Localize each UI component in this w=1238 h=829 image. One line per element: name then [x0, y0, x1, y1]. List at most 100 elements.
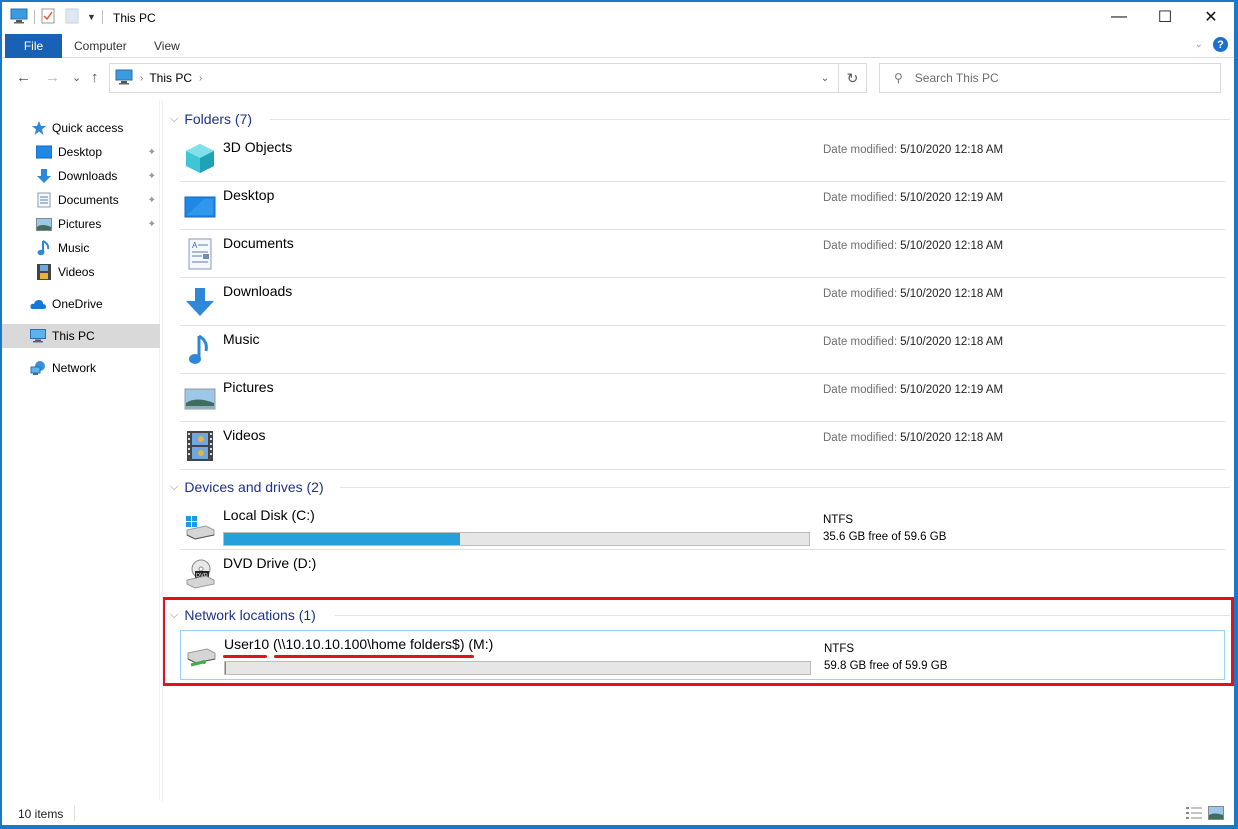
sidebar-item-pictures[interactable]: Pictures ✦ [2, 212, 160, 236]
collapse-chevron-icon[interactable]: ⌵ [170, 481, 178, 494]
date-modified: Date modified: 5/10/2020 12:19 AM [823, 384, 1004, 396]
document-icon: A [184, 238, 216, 270]
drive-row-dvd-d[interactable]: DVD DVD Drive (D:) [180, 550, 1225, 598]
sidebar-item-label: This PC [52, 329, 95, 343]
back-button[interactable]: ← [16, 69, 31, 86]
drive-row-local-disk-c[interactable]: Local Disk (C:) NTFS 35.6 GB free of 59.… [180, 502, 1225, 550]
folder-row-pictures[interactable]: Pictures Date modified: 5/10/2020 12:19 A… [180, 374, 1225, 422]
music-icon [184, 334, 216, 366]
sidebar-item-this-pc[interactable]: This PC [2, 324, 160, 348]
breadcrumb-this-pc[interactable]: This PC [149, 71, 192, 85]
sidebar-item-documents[interactable]: Documents ✦ [2, 188, 160, 212]
disk-usage-bar [223, 532, 810, 546]
sidebar-item-label: Videos [58, 265, 95, 279]
filesystem-label: NTFS [823, 514, 854, 526]
date-modified: Date modified: 5/10/2020 12:18 AM [823, 144, 1004, 156]
status-divider [74, 806, 75, 821]
sidebar-item-label: Pictures [58, 217, 102, 231]
folder-row-videos[interactable]: Videos Date modified: 5/10/2020 12:18 AM [180, 422, 1225, 470]
window-title: This PC [113, 11, 156, 25]
collapse-chevron-icon[interactable]: ⌵ [170, 113, 178, 126]
date-modified: Date modified: 5/10/2020 12:18 AM [823, 240, 1004, 252]
new-folder-icon[interactable] [65, 8, 79, 27]
pane-divider [162, 100, 163, 802]
pin-icon[interactable]: ✦ [148, 195, 156, 206]
sidebar-item-downloads[interactable]: Downloads ✦ [2, 164, 160, 188]
computer-icon [115, 69, 133, 88]
cloud-icon [30, 296, 46, 312]
download-icon [184, 286, 216, 318]
search-placeholder: Search This PC [914, 71, 999, 85]
properties-icon[interactable] [41, 8, 55, 27]
annotation-underline-user [223, 655, 267, 658]
document-icon [36, 192, 52, 208]
sidebar-item-label: Network [52, 361, 97, 375]
item-name: Local Disk (C:) [223, 507, 315, 523]
folder-row-music[interactable]: Music Date modified: 5/10/2020 12:18 AM [180, 326, 1225, 374]
up-button[interactable]: ↑ [91, 69, 99, 86]
date-modified: Date modified: 5/10/2020 12:18 AM [823, 336, 1004, 348]
item-name: Videos [223, 427, 266, 443]
video-icon [184, 430, 216, 462]
sidebar-item-quick-access[interactable]: Quick access [2, 116, 160, 140]
large-icons-view-icon[interactable] [1208, 806, 1224, 823]
item-name: Downloads [223, 283, 293, 299]
svg-text:A: A [192, 241, 198, 250]
content-pane: ⌵ Folders (7) 3D Objects Date modified: 5… [162, 100, 1234, 802]
folder-row-documents[interactable]: A Documents Date modified: 5/10/2020 12:1… [180, 230, 1225, 278]
address-dropdown-button[interactable]: ⌄ [812, 64, 838, 92]
sidebar-item-music[interactable]: Music [2, 236, 160, 260]
sidebar-item-videos[interactable]: Videos [2, 260, 160, 284]
folder-row-3d-objects[interactable]: 3D Objects Date modified: 5/10/2020 12:18… [180, 134, 1225, 182]
group-header-devices[interactable]: ⌵ Devices and drives (2) [170, 476, 1230, 498]
close-button[interactable]: ✕ [1188, 2, 1234, 32]
group-header-folders[interactable]: ⌵ Folders (7) [170, 108, 1230, 130]
desktop-icon [184, 190, 216, 222]
refresh-button[interactable]: ↻ [839, 63, 867, 93]
ribbon: File Computer View ⌄ ? [2, 32, 1234, 58]
forward-button[interactable]: → [45, 69, 60, 86]
details-view-icon[interactable] [1186, 806, 1202, 823]
computer-icon[interactable] [10, 8, 28, 27]
breadcrumb-separator-icon: › [140, 72, 144, 84]
file-explorer-window: ▼ This PC — ☐ ✕ File Computer View ⌄ ? ←… [2, 2, 1234, 825]
disk-usage-fill [224, 533, 460, 545]
sidebar-item-network[interactable]: Network [2, 356, 160, 380]
address-bar[interactable]: › This PC › ⌄ [109, 63, 839, 93]
folder-row-desktop[interactable]: Desktop Date modified: 5/10/2020 12:19 AM [180, 182, 1225, 230]
computer-icon [30, 328, 46, 344]
picture-icon [36, 216, 52, 232]
maximize-button[interactable]: ☐ [1142, 2, 1188, 32]
tab-view[interactable]: View [154, 34, 180, 58]
tab-file[interactable]: File [5, 34, 62, 58]
breadcrumb-chevron-icon[interactable]: › [199, 73, 202, 84]
group-divider [340, 487, 1230, 488]
tab-computer[interactable]: Computer [74, 34, 127, 58]
sidebar-item-onedrive[interactable]: OneDrive [2, 292, 160, 316]
pin-icon[interactable]: ✦ [148, 219, 156, 230]
annotation-underline-path [274, 655, 474, 658]
pin-icon[interactable]: ✦ [148, 147, 156, 158]
minimize-button[interactable]: — [1096, 2, 1142, 32]
folder-row-downloads[interactable]: Downloads Date modified: 5/10/2020 12:18 … [180, 278, 1225, 326]
help-icon[interactable]: ? [1213, 37, 1228, 52]
search-icon: ⚲ [894, 71, 903, 85]
item-name: Documents [223, 235, 294, 251]
status-bar: 10 items [2, 802, 1234, 825]
expand-ribbon-icon[interactable]: ⌄ [1195, 39, 1203, 50]
item-name: Music [223, 331, 260, 347]
download-icon [36, 168, 52, 184]
customize-toolbar-icon[interactable]: ▼ [87, 12, 96, 22]
recent-locations-button[interactable]: ⌄ [72, 71, 81, 84]
star-icon [30, 120, 46, 136]
navigation-bar: ← → ⌄ ↑ › This PC › ⌄ ↻ ⚲ Search This PC [2, 58, 1234, 100]
sidebar-item-label: OneDrive [52, 297, 103, 311]
free-space-label: 35.6 GB free of 59.6 GB [823, 531, 947, 543]
pin-icon[interactable]: ✦ [148, 171, 156, 182]
title-bar: ▼ This PC — ☐ ✕ [2, 2, 1234, 32]
sidebar-item-desktop[interactable]: Desktop ✦ [2, 140, 160, 164]
item-count: 10 items [18, 807, 64, 821]
item-name: 3D Objects [223, 139, 293, 155]
navigation-pane: Quick access Desktop ✦ Downloads ✦ Docum… [2, 100, 160, 800]
search-box[interactable]: ⚲ Search This PC [879, 63, 1221, 93]
